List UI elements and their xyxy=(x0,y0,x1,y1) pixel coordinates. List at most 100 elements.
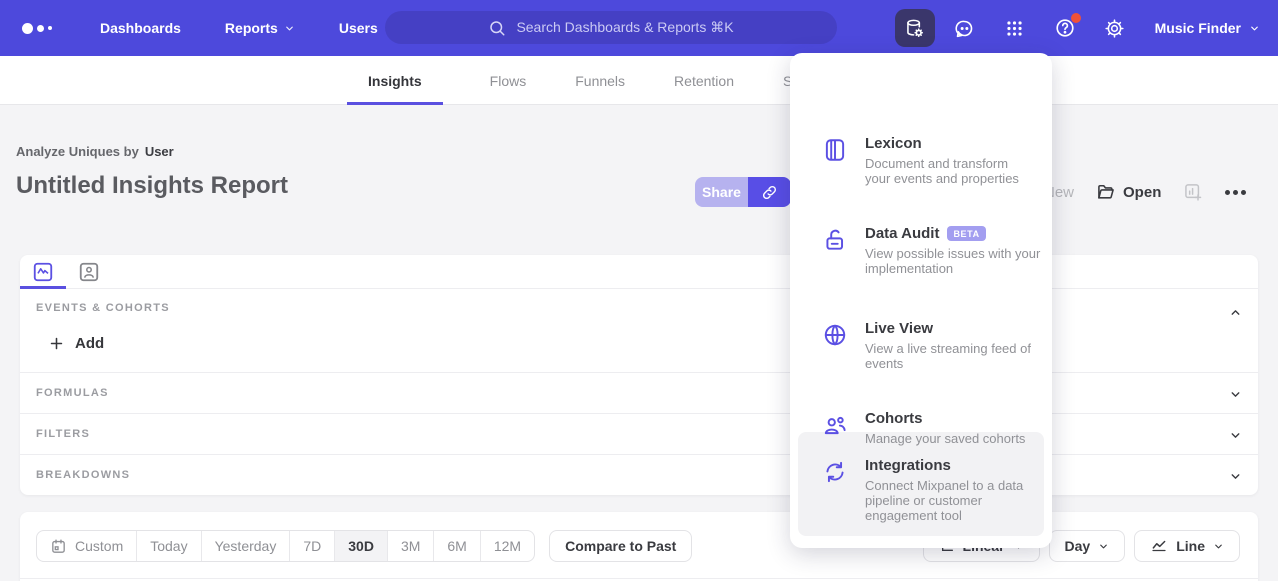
active-tab-underline xyxy=(20,286,66,289)
range-6m[interactable]: 6M xyxy=(434,531,480,561)
expand-filters-icon[interactable] xyxy=(1229,429,1242,442)
formulas-label: FORMULAS xyxy=(36,387,109,399)
report-tabbar: Insights Flows Funnels Retention Signal … xyxy=(0,56,1278,105)
chevron-down-icon xyxy=(1249,23,1260,34)
menu-item-data-audit[interactable]: Data AuditBETA View possible issues with… xyxy=(790,225,1052,276)
menu-item-title: Lexicon xyxy=(865,135,922,152)
copy-link-button[interactable] xyxy=(748,177,791,207)
menu-item-desc: View possible issues with your implement… xyxy=(865,246,1061,276)
nav-dashboards-label: Dashboards xyxy=(100,20,181,36)
date-range-group: Custom Today Yesterday 7D 30D 3M 6M 12M xyxy=(36,530,535,562)
open-label: Open xyxy=(1123,184,1161,201)
analysis-subtitle: Analyze Uniques by User xyxy=(16,144,174,159)
padlock-icon xyxy=(822,227,848,253)
toolbar-divider xyxy=(20,578,1258,579)
menu-item-title: Live View xyxy=(865,320,933,337)
subtitle-value[interactable]: User xyxy=(145,144,174,159)
beta-badge: BETA xyxy=(947,226,985,241)
top-nav: Dashboards Reports Users Search Dashboar… xyxy=(0,0,1278,56)
settings-icon[interactable] xyxy=(1095,9,1135,47)
events-cohorts-label: EVENTS & COHORTS xyxy=(36,302,170,314)
nav-reports[interactable]: Reports xyxy=(225,20,295,36)
chart-type-select[interactable]: Line xyxy=(1134,530,1240,562)
range-7d[interactable]: 7D xyxy=(290,531,335,561)
tab-retention[interactable]: Retention xyxy=(672,56,736,105)
tab-insights[interactable]: Insights xyxy=(347,56,443,105)
page-title[interactable]: Untitled Insights Report xyxy=(16,172,288,200)
range-custom-label: Custom xyxy=(75,538,123,554)
breakdowns-section[interactable]: BREAKDOWNS xyxy=(20,454,1258,495)
nav-reports-label: Reports xyxy=(225,20,278,36)
menu-item-lexicon[interactable]: Lexicon Document and transform your even… xyxy=(790,135,1052,186)
menu-item-title: Data Audit xyxy=(865,225,939,242)
range-yesterday[interactable]: Yesterday xyxy=(202,531,291,561)
add-label: Add xyxy=(75,335,104,352)
menu-item-title: Cohorts xyxy=(865,410,923,427)
menu-item-desc: View a live streaming feed of events xyxy=(865,341,1055,371)
open-report-button[interactable]: Open xyxy=(1096,182,1161,202)
chevron-down-icon xyxy=(284,23,295,34)
app-root: Dashboards Reports Users Search Dashboar… xyxy=(0,0,1278,581)
data-management-icon[interactable] xyxy=(895,9,935,47)
nav-right-cluster: Music Finder xyxy=(895,0,1260,56)
range-12m-label: 12M xyxy=(494,538,521,554)
range-today[interactable]: Today xyxy=(137,531,201,561)
notification-badge xyxy=(1071,13,1081,23)
more-options-icon[interactable] xyxy=(1225,190,1246,195)
menu-item-desc: Document and transform your events and p… xyxy=(865,156,1025,186)
mixpanel-logo-icon[interactable] xyxy=(22,23,62,34)
filters-label: FILTERS xyxy=(36,428,90,440)
apps-grid-icon[interactable] xyxy=(995,9,1035,47)
expand-breakdowns-icon[interactable] xyxy=(1229,470,1242,483)
range-3m[interactable]: 3M xyxy=(388,531,434,561)
menu-item-integrations[interactable]: Integrations Connect Mixpanel to a data … xyxy=(790,457,1052,523)
add-event-button[interactable]: Add xyxy=(48,335,104,352)
sync-icon xyxy=(822,459,848,485)
nav-users-label: Users xyxy=(339,20,378,36)
expand-formulas-icon[interactable] xyxy=(1229,388,1242,401)
range-today-label: Today xyxy=(150,538,187,554)
collapse-events-icon[interactable] xyxy=(1229,306,1242,319)
menu-item-title: Integrations xyxy=(865,457,951,474)
range-12m[interactable]: 12M xyxy=(481,531,534,561)
link-icon xyxy=(761,184,778,201)
chart-panel: Custom Today Yesterday 7D 30D 3M 6M 12M … xyxy=(20,512,1258,581)
folder-icon xyxy=(1096,182,1116,202)
project-switcher[interactable]: Music Finder xyxy=(1155,20,1260,36)
interval-select[interactable]: Day xyxy=(1049,530,1126,562)
query-panel-tabs xyxy=(20,255,1258,289)
range-30d-label: 30D xyxy=(348,538,374,554)
share-button[interactable]: Share xyxy=(695,177,748,207)
menu-item-live-view[interactable]: Live View View a live streaming feed of … xyxy=(790,320,1052,371)
plus-icon xyxy=(48,335,65,352)
search-input[interactable]: Search Dashboards & Reports ⌘K xyxy=(385,11,837,44)
range-6m-label: 6M xyxy=(447,538,466,554)
metrics-tab-icon[interactable] xyxy=(30,259,56,285)
line-chart-icon xyxy=(1150,537,1168,555)
project-name: Music Finder xyxy=(1155,20,1241,36)
menu-item-desc: Connect Mixpanel to a data pipeline or c… xyxy=(865,478,1047,523)
users-tab-icon[interactable] xyxy=(76,259,102,285)
tab-funnels[interactable]: Funnels xyxy=(573,56,627,105)
compare-to-past-button[interactable]: Compare to Past xyxy=(549,530,692,562)
subtitle-prefix: Analyze Uniques by xyxy=(16,144,139,159)
messages-icon[interactable] xyxy=(945,9,985,47)
range-yesterday-label: Yesterday xyxy=(215,538,277,554)
menu-item-desc: Manage your saved cohorts xyxy=(865,431,1075,446)
nav-users[interactable]: Users xyxy=(339,20,378,36)
search-icon xyxy=(488,19,506,37)
menu-item-cohorts[interactable]: Cohorts Manage your saved cohorts xyxy=(790,410,1052,446)
chevron-down-icon xyxy=(1213,541,1224,552)
data-management-menu: Lexicon Document and transform your even… xyxy=(790,53,1052,548)
search-placeholder: Search Dashboards & Reports ⌘K xyxy=(516,19,733,36)
help-icon[interactable] xyxy=(1045,9,1085,47)
tab-flows[interactable]: Flows xyxy=(488,56,529,105)
nav-dashboards[interactable]: Dashboards xyxy=(100,20,181,36)
range-30d[interactable]: 30D xyxy=(335,531,388,561)
header-actions: New Open xyxy=(1022,177,1246,207)
range-custom[interactable]: Custom xyxy=(37,531,137,561)
interval-label: Day xyxy=(1065,538,1091,554)
chevron-down-icon xyxy=(1098,541,1109,552)
add-to-dashboard-icon[interactable] xyxy=(1183,182,1203,202)
formulas-section[interactable]: FORMULAS xyxy=(20,372,1258,413)
